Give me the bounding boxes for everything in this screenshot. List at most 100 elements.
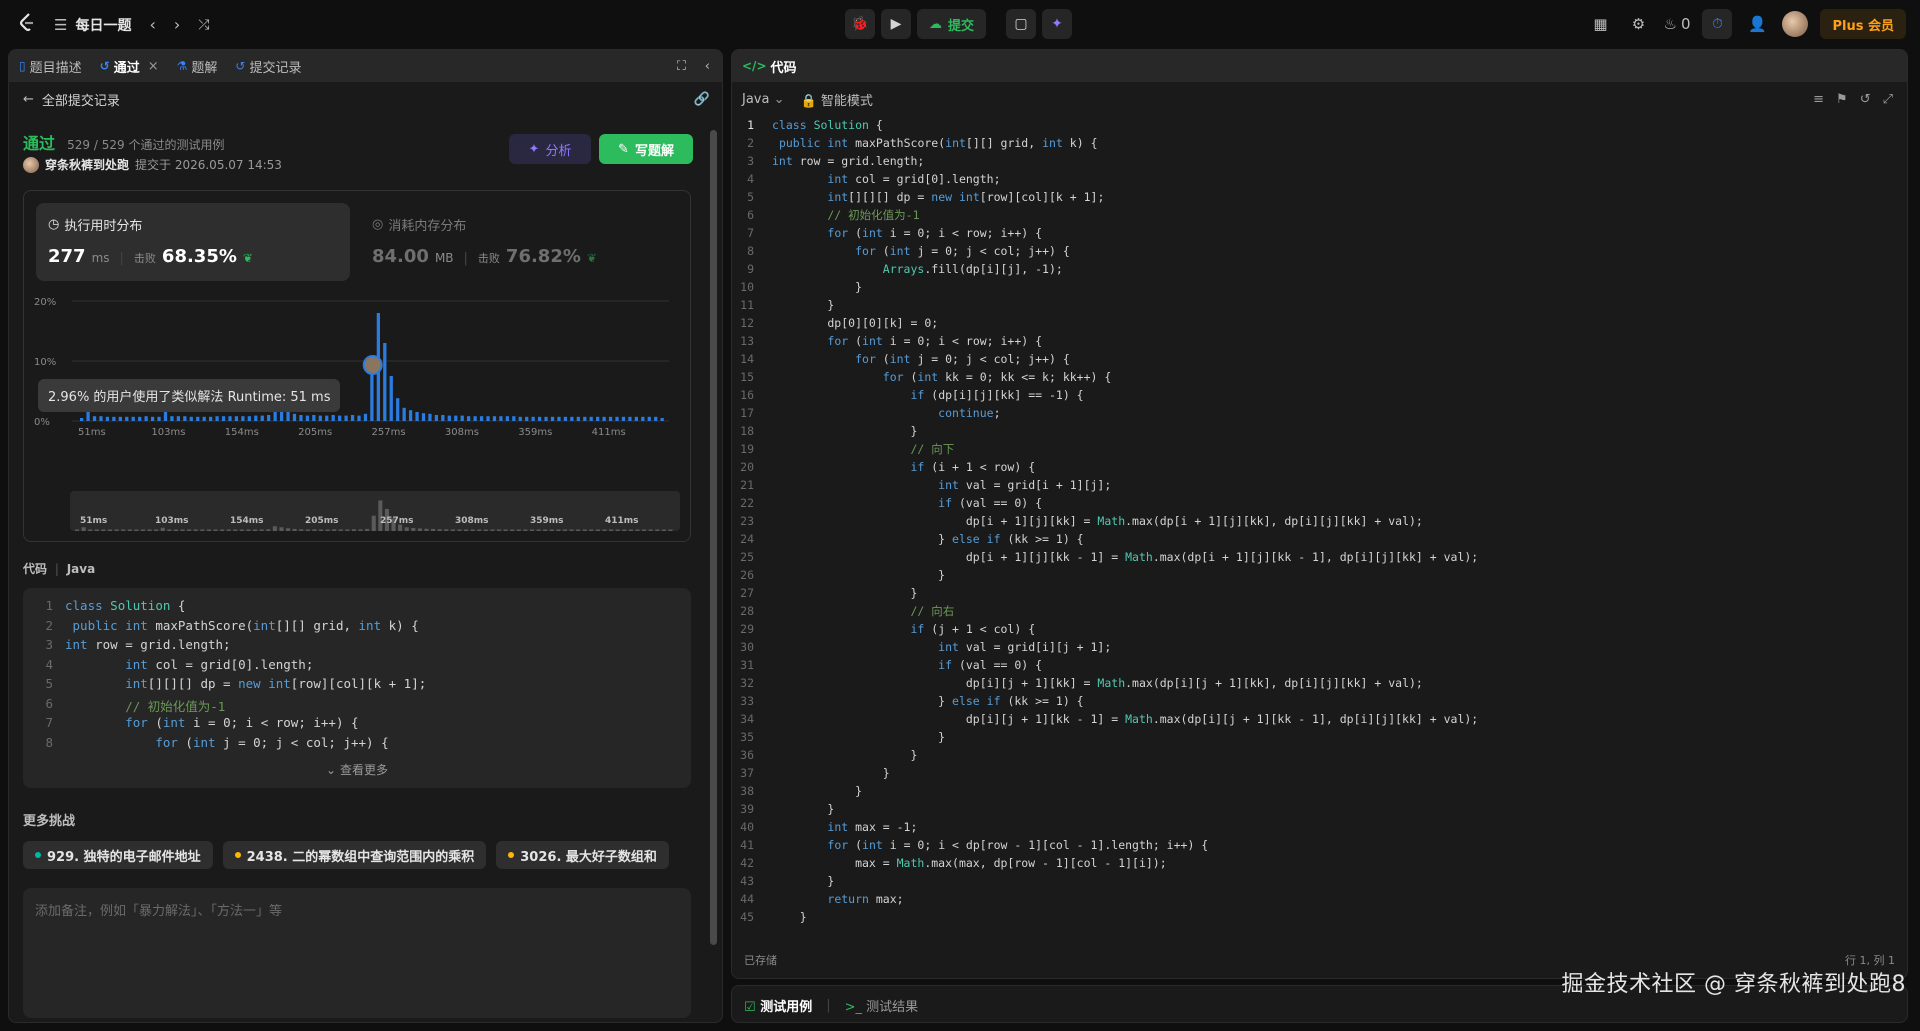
line-number: 5	[45, 676, 53, 691]
chart-bar	[125, 416, 129, 421]
memory-card[interactable]: ◎ 消耗内存分布 84.00 MB | 击败 76.82% ❦	[360, 203, 674, 281]
runtime-card[interactable]: ◷ 执行用时分布 277 ms | 击败 68.35% ❦	[36, 203, 350, 281]
daily-title[interactable]: 每日一题	[75, 15, 131, 35]
mini-bar	[437, 529, 442, 531]
difficulty-dot	[234, 852, 241, 858]
editor-line: 24 } else if (kk >= 1) {	[732, 530, 1907, 548]
code-text: int row = grid.length;	[772, 154, 925, 168]
debug-icon[interactable]: 🐞	[845, 9, 875, 39]
add-friend-icon[interactable]: 👤	[1744, 9, 1770, 39]
challenge-chip[interactable]: 3026. 最大好子数组和	[496, 841, 669, 869]
mini-bar	[246, 529, 251, 531]
mini-bar	[365, 528, 370, 531]
mini-bar	[503, 529, 508, 531]
chart-bar	[634, 416, 638, 421]
code-line: 5 int[][][] dp = new int[row][col][k + 1…	[23, 676, 691, 696]
challenge-chip[interactable]: 929. 独特的电子邮件地址	[23, 841, 213, 869]
line-number: 5	[747, 190, 754, 204]
editor-line: 1 class Solution {	[732, 116, 1907, 134]
mini-bar	[114, 529, 119, 531]
more-challenges-title: 更多挑战	[23, 814, 76, 829]
left-scrollbar[interactable]	[710, 130, 717, 945]
mini-bar	[371, 515, 376, 531]
timer-icon[interactable]: ⏱	[1702, 9, 1733, 39]
format-icon[interactable]: ≡	[1813, 92, 1824, 107]
smart-mode[interactable]: 🔒 智能模式	[801, 90, 873, 109]
chevron-down-icon: ⌄	[326, 763, 337, 777]
chart-bar	[602, 416, 606, 421]
expand-icon[interactable]: ⤢	[1883, 92, 1893, 107]
problem-list-icon[interactable]: ☰	[54, 16, 67, 34]
run-icon[interactable]: ▶	[881, 9, 911, 39]
challenge-label: 2438. 二的幂数组中查询范围内的乘积	[246, 849, 475, 865]
x-tick-label: 154ms	[225, 427, 259, 438]
shuffle-icon[interactable]: ⤮	[198, 17, 209, 33]
line-number: 10	[740, 280, 754, 294]
write-solution-button[interactable]: ✎ 写题解	[599, 134, 693, 164]
line-number: 43	[740, 874, 754, 888]
editor-line: 7 for (int i = 0; i < row; i++) {	[732, 224, 1907, 242]
next-icon[interactable]: ›	[174, 15, 180, 34]
maximize-icon[interactable]: ⛶	[677, 59, 686, 74]
fire-streak[interactable]: ♨ 0	[1663, 9, 1690, 39]
tab-description[interactable]: ▯ 题目描述	[19, 57, 82, 76]
ai-sparkle-icon[interactable]: ✦	[1042, 9, 1073, 39]
bookmark-icon[interactable]: ⚑	[1836, 92, 1848, 107]
gear-icon[interactable]: ⚙	[1625, 9, 1651, 39]
chart-range-slider[interactable]: 51ms 103ms 154ms 205ms 257ms 308ms 359ms 411ms	[70, 491, 680, 531]
see-more-button[interactable]: ⌄ 查看更多	[23, 761, 691, 778]
mini-bar	[325, 529, 330, 531]
notes-input[interactable]: 添加备注，例如「暴力解法」、「方法一」等	[23, 888, 691, 1018]
tab-test-result[interactable]: >_ 测试结果	[845, 996, 919, 1015]
layout-grid-icon[interactable]: ▦	[1587, 9, 1613, 39]
reset-icon[interactable]: ↺	[1860, 92, 1871, 107]
mini-bar	[450, 529, 455, 531]
lock-icon: 🔒	[800, 93, 817, 109]
mini-bar	[543, 529, 548, 531]
code-text: Arrays.fill(dp[i][j], -1);	[882, 262, 1063, 276]
editor-line: 10 }	[732, 278, 1907, 296]
leetcode-logo-icon[interactable]	[18, 12, 36, 37]
note-icon[interactable]: ▢	[1006, 9, 1037, 39]
plus-member-button[interactable]: Plus 会员	[1820, 9, 1906, 39]
code-text: if (val == 0) {	[938, 658, 1043, 672]
tab-solutions[interactable]: ⚗ 题解	[177, 57, 218, 76]
code-text: for (int j = 0; j < col; j++) {	[855, 244, 1070, 258]
link-icon[interactable]: 🔗	[694, 92, 710, 107]
chart-bar	[550, 416, 555, 421]
user-marker	[362, 355, 383, 375]
avatar[interactable]	[1782, 11, 1809, 37]
runtime-distribution-chart[interactable]: 20% 10% 0% 51ms 103ms 154ms 205ms 257ms 308ms 359…	[34, 291, 679, 441]
tab-accepted[interactable]: ↺ 通过 ×	[100, 57, 159, 76]
editor-line: 5 int[][][] dp = new int[row][col][k + 1…	[732, 188, 1907, 206]
tab-submissions[interactable]: ↺ 提交记录	[235, 57, 301, 76]
analyze-button[interactable]: ✦ 分析	[509, 134, 591, 164]
line-number: 6	[45, 695, 53, 711]
line-number: 13	[740, 334, 754, 348]
chart-bar	[260, 415, 264, 421]
flask-icon: ⚗	[176, 59, 188, 73]
tab-code[interactable]: </> 代码	[742, 57, 797, 76]
line-number: 27	[740, 586, 754, 600]
chart-bar	[247, 416, 251, 421]
tab-testcase[interactable]: ☑ 测试用例	[744, 996, 812, 1015]
close-icon[interactable]: ×	[148, 59, 159, 74]
challenge-chip[interactable]: 2438. 二的幂数组中查询范围内的乘积	[222, 841, 487, 869]
chart-bar	[441, 415, 445, 421]
author-name[interactable]: 穿条秋裤到处跑	[45, 156, 129, 173]
prev-icon[interactable]: ‹	[149, 15, 155, 34]
code-text: int[][][] dp = new int[row][col][k + 1];	[125, 676, 427, 691]
editor-line: 41 for (int i = 0; i < dp[row - 1][col -…	[732, 836, 1907, 854]
language-select[interactable]: Java ⌄	[742, 92, 785, 107]
memory-value: 84.00	[372, 246, 429, 267]
collapse-icon[interactable]: ‹	[705, 59, 710, 74]
mini-bar	[206, 529, 211, 531]
fire-icon: ♨	[1663, 15, 1677, 33]
line-number: 26	[740, 568, 754, 582]
author-avatar[interactable]	[23, 156, 39, 173]
submit-button[interactable]: ☁ 提交	[917, 9, 987, 39]
back-link[interactable]: 全部提交记录	[42, 90, 120, 109]
code-editor[interactable]: 1 class Solution {2 public int maxPathSco…	[732, 116, 1907, 942]
mini-x-tick-label: 154ms	[230, 516, 264, 526]
arrow-left-icon[interactable]: ←	[23, 92, 34, 107]
